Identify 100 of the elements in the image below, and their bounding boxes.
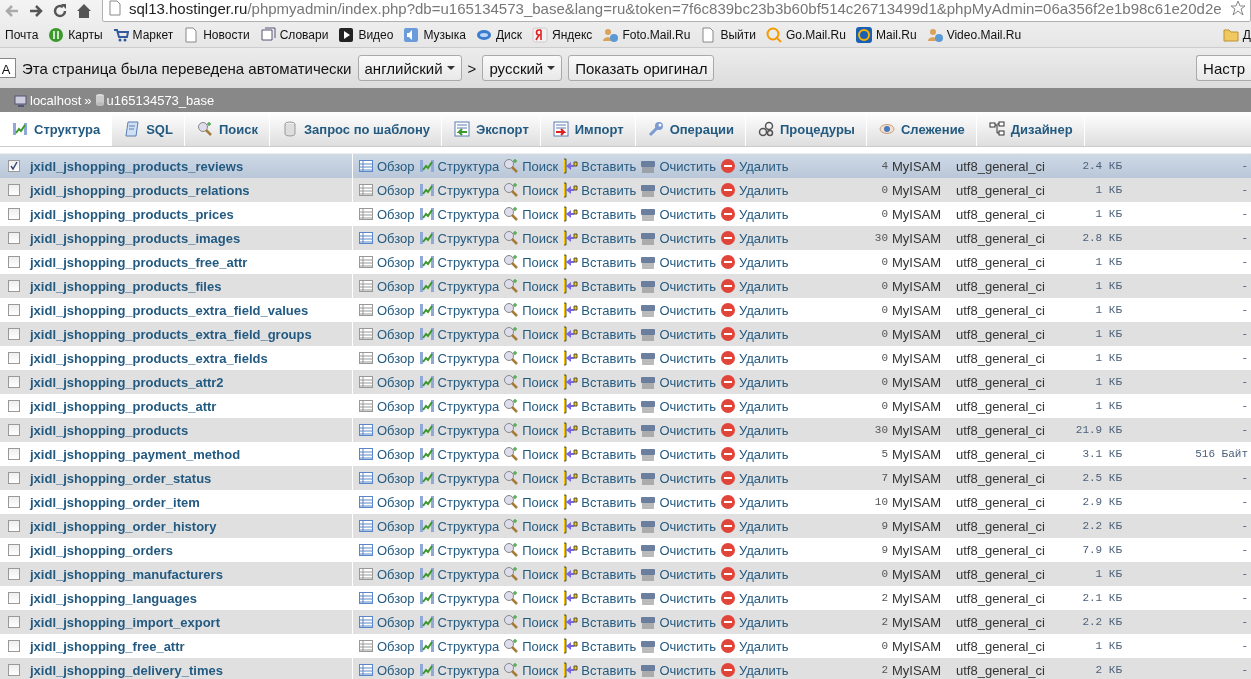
table-name-link[interactable]: jxidl_jshopping_products_extra_field_values [30,302,352,318]
bookmark[interactable]: Видео [338,26,394,43]
action-link[interactable]: Удалить [719,614,789,630]
action-link[interactable]: Обзор [358,662,415,678]
action-link[interactable]: Поиск [503,302,559,318]
bookmark[interactable]: Go.Mail.Ru [765,26,846,43]
action-link[interactable]: Вставить [562,374,637,390]
action-link[interactable]: Структура [418,518,500,534]
action-link[interactable]: Структура [418,254,500,270]
action-link[interactable]: Обзор [358,254,415,270]
action-link[interactable]: Вставить [562,254,637,270]
action-link[interactable]: Обзор [358,374,415,390]
action-link[interactable]: Обзор [358,422,415,438]
action-link[interactable]: Вставить [562,158,637,174]
table-name-link[interactable]: jxidl_jshopping_free_attr [30,638,352,654]
table-name-link[interactable]: jxidl_jshopping_manufacturers [30,566,352,582]
bookmark[interactable]: Foto.Mail.Ru [602,26,691,43]
action-link[interactable]: Удалить [719,278,789,294]
checkbox[interactable] [8,232,20,244]
action-link[interactable]: Удалить [719,590,789,606]
tab[interactable]: Операции [635,112,746,146]
action-link[interactable]: Вставить [562,278,637,294]
tab[interactable]: Слежение [866,112,977,146]
action-link[interactable]: Поиск [503,422,559,438]
table-name-link[interactable]: jxidl_jshopping_products_extra_fields [30,350,352,366]
action-link[interactable]: Удалить [719,206,789,222]
tab[interactable]: Дизайнер [976,112,1085,146]
action-link[interactable]: Очистить [640,350,716,366]
tab[interactable]: SQL [112,112,185,146]
bookmark[interactable]: Новости [183,26,250,43]
action-link[interactable]: Структура [418,230,500,246]
action-link[interactable]: Очистить [640,182,716,198]
action-link[interactable]: Удалить [719,638,789,654]
table-name-link[interactable]: jxidl_jshopping_products_relations [30,182,352,198]
action-link[interactable]: Удалить [719,326,789,342]
action-link[interactable]: Удалить [719,230,789,246]
tab[interactable]: Импорт [540,112,636,146]
bookmark[interactable]: Яндекс [532,26,593,43]
action-link[interactable]: Структура [418,182,500,198]
action-link[interactable]: Обзор [358,326,415,342]
show-original-button[interactable]: Показать оригинал [568,55,715,81]
action-link[interactable]: Структура [418,350,500,366]
action-link[interactable]: Обзор [358,566,415,582]
action-link[interactable]: Структура [418,638,500,654]
action-link[interactable]: Удалить [719,182,789,198]
checkbox[interactable] [8,520,20,532]
action-link[interactable]: Поиск [503,518,559,534]
checkbox[interactable] [8,640,20,652]
action-link[interactable]: Структура [418,422,500,438]
action-link[interactable]: Поиск [503,638,559,654]
server-link[interactable]: localhost [14,92,82,108]
action-link[interactable]: Вставить [562,542,637,558]
action-link[interactable]: Очистить [640,542,716,558]
reload-icon[interactable] [52,3,68,19]
action-link[interactable]: Вставить [562,398,637,414]
action-link[interactable]: Обзор [358,230,415,246]
options-button[interactable]: Настр [1196,55,1251,81]
action-link[interactable]: Вставить [562,638,637,654]
bookmark[interactable]: Карты [48,26,103,43]
table-name-link[interactable]: jxidl_jshopping_products_files [30,278,352,294]
table-name-link[interactable]: jxidl_jshopping_order_item [30,494,352,510]
bookmark[interactable]: Словари [259,26,329,43]
tab[interactable]: Процедуры [746,112,867,146]
action-link[interactable]: Обзор [358,278,415,294]
language-select[interactable]: английский [357,55,462,81]
table-name-link[interactable]: jxidl_jshopping_payment_method [30,446,352,462]
action-link[interactable]: Обзор [358,518,415,534]
action-link[interactable]: Удалить [719,494,789,510]
action-link[interactable]: Обзор [358,158,415,174]
action-link[interactable]: Поиск [503,182,559,198]
action-link[interactable]: Очистить [640,398,716,414]
tab[interactable]: Запрос по шаблону [269,112,442,146]
checkbox[interactable] [8,160,20,172]
action-link[interactable]: Удалить [719,302,789,318]
action-link[interactable]: Вставить [562,590,637,606]
action-link[interactable]: Структура [418,278,500,294]
action-link[interactable]: Вставить [562,518,637,534]
action-link[interactable]: Структура [418,470,500,486]
action-link[interactable]: Структура [418,398,500,414]
bookmark[interactable]: Маркет [112,26,174,43]
action-link[interactable]: Структура [418,494,500,510]
action-link[interactable]: Вставить [562,470,637,486]
action-link[interactable]: Очистить [640,206,716,222]
action-link[interactable]: Поиск [503,158,559,174]
table-name-link[interactable]: jxidl_jshopping_products [30,422,352,438]
bookmark[interactable]: Video.Mail.Ru [926,26,1022,43]
action-link[interactable]: Поиск [503,206,559,222]
action-link[interactable]: Очистить [640,614,716,630]
action-link[interactable]: Вставить [562,446,637,462]
checkbox[interactable] [8,328,20,340]
table-name-link[interactable]: jxidl_jshopping_order_status [30,470,352,486]
action-link[interactable]: Удалить [719,446,789,462]
action-link[interactable]: Обзор [358,182,415,198]
address-field[interactable]: sql13.hostinger.ru/phpmyadmin/index.php?db=u165134573_base&lang=ru&token=7f6c839bc23b3b60bf514c26713499d1&phpMyAdmin=06a356f2e1b98c61e20d2e [102,0,1251,22]
checkbox[interactable] [8,376,20,388]
action-link[interactable]: Вставить [562,206,637,222]
action-link[interactable]: Вставить [562,182,637,198]
action-link[interactable]: Очистить [640,374,716,390]
action-link[interactable]: Вставить [562,326,637,342]
action-link[interactable]: Поиск [503,374,559,390]
